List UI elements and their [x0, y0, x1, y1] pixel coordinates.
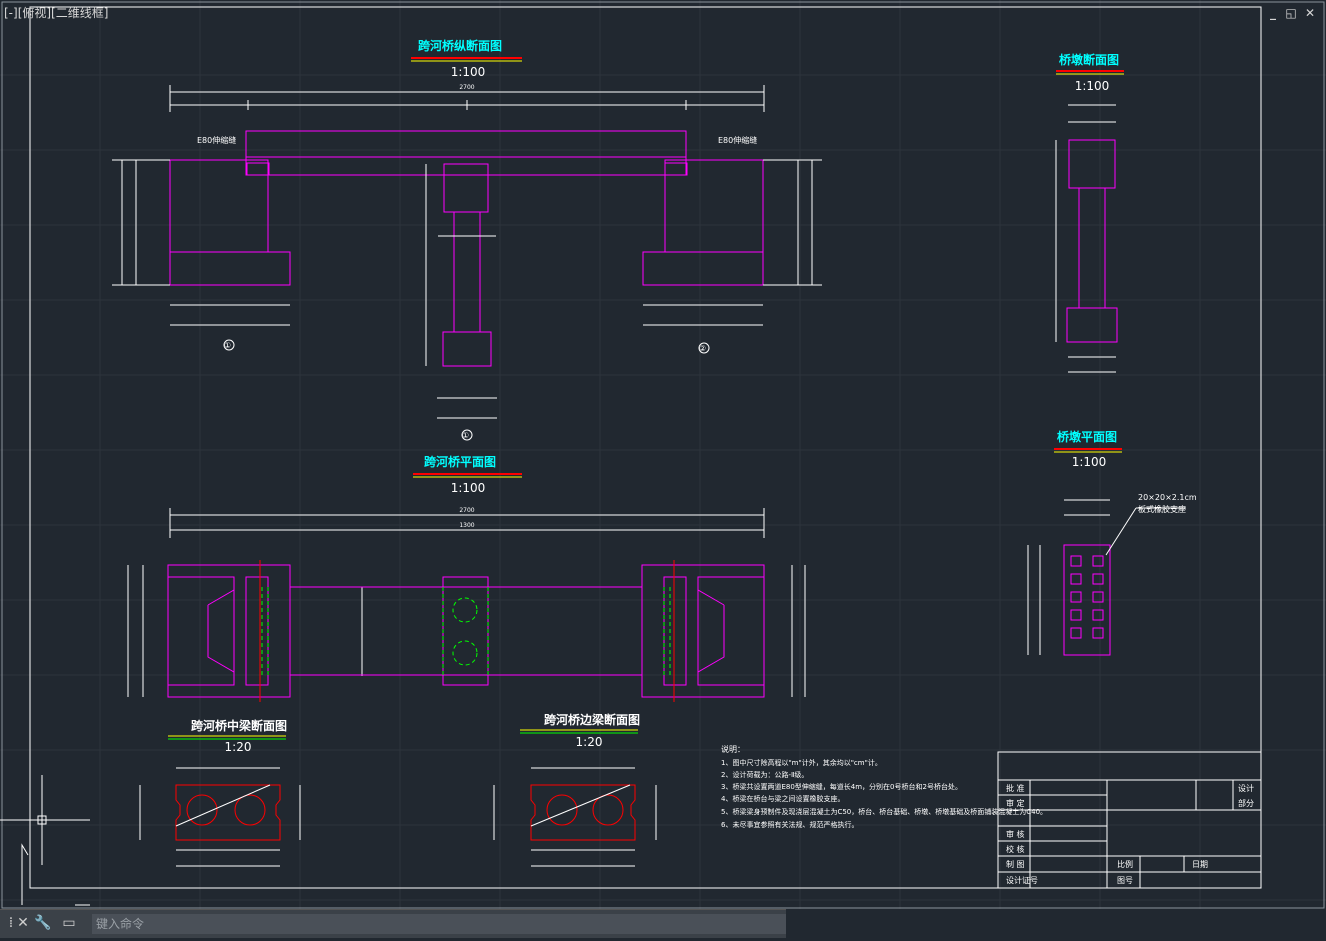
svg-text:1:100: 1:100: [1072, 455, 1107, 469]
pier-section-body: [1066, 139, 1118, 343]
plan-centerlines: [259, 560, 675, 702]
long-section-body: [169, 130, 764, 367]
status-strip: [786, 909, 1326, 937]
svg-text:审 核: 审 核: [1006, 829, 1025, 839]
command-bar: ⁞ ✕ 🔧 ▭: [0, 909, 786, 938]
svg-text:跨河桥中梁断面图: 跨河桥中梁断面图: [191, 718, 287, 733]
svg-text:说明：: 说明：: [721, 744, 745, 754]
bearing-label-2: 板式橡胶支座: [1138, 504, 1186, 514]
svg-text:4、桥梁在桥台与梁之间设置橡胶支座。: 4、桥梁在桥台与梁之间设置橡胶支座。: [721, 794, 844, 803]
svg-text:审 定: 审 定: [1006, 798, 1025, 808]
svg-text:6、未尽事宜参照有关法规、规范严格执行。: 6、未尽事宜参照有关法规、规范严格执行。: [721, 820, 858, 829]
pier-section-dims: [1055, 104, 1116, 373]
ucs-icon: [0, 775, 90, 906]
svg-text:1300: 1300: [459, 522, 474, 529]
circle-2: ②: [699, 344, 706, 353]
long-total-dim: 2700: [459, 84, 474, 91]
long-section-scale: 1:100: [451, 65, 486, 79]
plan-body: [167, 564, 765, 698]
title-block-text: 批 准 审 定 审 核 校 核 设 计 制 图 设计证号 比例 日期 图号 设计…: [1006, 783, 1254, 885]
svg-text:1:20: 1:20: [225, 740, 252, 754]
close-button[interactable]: ✕: [1303, 6, 1317, 20]
circle-3: ①: [462, 431, 469, 440]
plan-title: 跨河桥平面图 1:100: [413, 454, 522, 495]
svg-text:制 图: 制 图: [1006, 859, 1025, 869]
terminal-icon[interactable]: ▭: [60, 914, 78, 932]
svg-text:跨河桥边梁断面图: 跨河桥边梁断面图: [544, 712, 640, 727]
svg-text:1:100: 1:100: [1075, 79, 1110, 93]
pier-plan-body: [1027, 499, 1186, 656]
restore-button[interactable]: ◱: [1284, 6, 1298, 20]
pier-plan-title: 桥墩平面图 1:100: [1054, 429, 1122, 469]
svg-text:设计证号: 设计证号: [1006, 875, 1038, 885]
svg-text:跨河桥平面图: 跨河桥平面图: [424, 454, 496, 469]
svg-text:图号: 图号: [1117, 876, 1133, 885]
long-section-title-text: 跨河桥纵断面图: [418, 38, 502, 53]
joint-left-label: E80伸缩缝: [197, 135, 236, 145]
viewport-label[interactable]: [-][俯视][二维线框]: [4, 4, 108, 21]
mid-beam-title: 跨河桥中梁断面图 1:20: [168, 718, 287, 754]
svg-text:1、图中尺寸除高程以"m"计外，其余均以"cm"计。: 1、图中尺寸除高程以"m"计外，其余均以"cm"计。: [721, 758, 882, 767]
svg-text:1:20: 1:20: [576, 735, 603, 749]
edge-beam-body: [493, 767, 657, 867]
svg-text:桥墩平面图: 桥墩平面图: [1057, 429, 1117, 444]
svg-text:1:100: 1:100: [451, 481, 486, 495]
svg-text:2、设计荷载为：公路-Ⅱ级。: 2、设计荷载为：公路-Ⅱ级。: [721, 770, 808, 779]
drawing-svg: 跨河桥纵断面图 1:100 2700 E80伸缩缝 E80伸缩缝 ① ② ① 桥…: [0, 0, 1326, 937]
svg-text:比例: 比例: [1117, 859, 1133, 869]
mid-beam-body: [139, 767, 301, 867]
command-input[interactable]: [92, 914, 786, 934]
circle-1: ①: [224, 341, 231, 350]
minimize-button[interactable]: _: [1266, 6, 1280, 20]
svg-text:2700: 2700: [459, 507, 474, 514]
bearing-label-1: 20×20×2.1cm: [1138, 493, 1197, 502]
long-section-title: 跨河桥纵断面图 1:100: [411, 38, 522, 79]
svg-text:桥墩断面图: 桥墩断面图: [1059, 52, 1119, 67]
joint-right-label: E80伸缩缝: [718, 135, 757, 145]
wrench-icon[interactable]: 🔧: [34, 914, 52, 932]
svg-text:3、桥梁共设置两道E80型伸缩缝，每道长4m，分别在0号桥台: 3、桥梁共设置两道E80型伸缩缝，每道长4m，分别在0号桥台和2号桥台处。: [721, 782, 962, 791]
pier-section-title: 桥墩断面图 1:100: [1056, 52, 1124, 93]
svg-text:部分: 部分: [1238, 798, 1254, 808]
edge-beam-title: 跨河桥边梁断面图 1:20: [520, 712, 640, 749]
close-icon[interactable]: ✕: [14, 914, 32, 932]
svg-text:日期: 日期: [1192, 860, 1208, 869]
drawing-canvas[interactable]: 跨河桥纵断面图 1:100 2700 E80伸缩缝 E80伸缩缝 ① ② ① 桥…: [0, 0, 1326, 937]
svg-text:设计: 设计: [1238, 783, 1254, 793]
svg-text:批 准: 批 准: [1006, 783, 1025, 793]
